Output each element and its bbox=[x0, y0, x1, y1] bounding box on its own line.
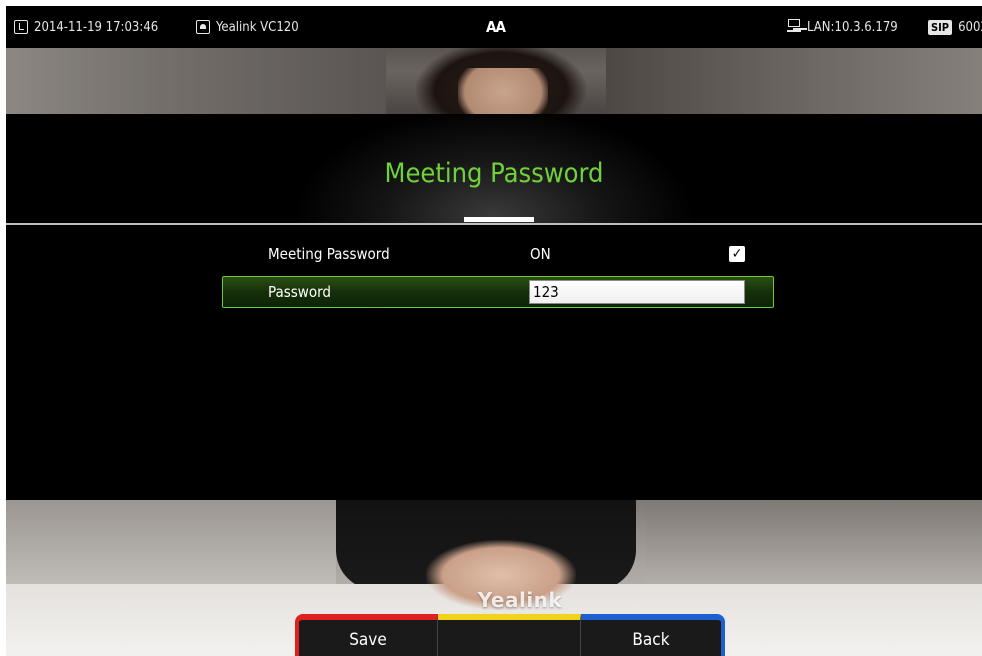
back-softkey[interactable]: Back bbox=[581, 614, 725, 656]
device-name-text: Yealink VC120 bbox=[216, 19, 299, 35]
clock-icon bbox=[14, 20, 28, 34]
device-name-item: Yealink VC120 bbox=[196, 6, 299, 48]
save-softkey[interactable]: Save bbox=[295, 614, 438, 656]
meeting-password-label: Meeting Password bbox=[268, 245, 390, 263]
lan-icon bbox=[787, 19, 801, 35]
datetime-text: 2014-11-19 17:03:46 bbox=[34, 19, 159, 35]
lan-text: LAN:10.3.6.179 bbox=[807, 19, 898, 35]
header-divider bbox=[6, 223, 982, 225]
status-bar: 2014-11-19 17:03:46 Yealink VC120 AA LAN… bbox=[6, 6, 982, 48]
sip-item: SIP 6002 bbox=[928, 6, 982, 48]
datetime-item: 2014-11-19 17:03:46 bbox=[14, 6, 158, 48]
meeting-password-value: ON bbox=[530, 245, 551, 263]
meeting-password-dialog: Meeting Password Meeting Password ON ✓ P… bbox=[6, 114, 982, 500]
password-input[interactable]: 123 bbox=[529, 280, 745, 304]
meeting-password-checkbox[interactable]: ✓ bbox=[729, 246, 745, 262]
sip-badge: SIP bbox=[928, 19, 953, 35]
yealink-watermark: Yealink bbox=[477, 588, 563, 612]
check-icon: ✓ bbox=[731, 246, 743, 262]
camera-view-top bbox=[6, 42, 982, 128]
yellow-softkey[interactable] bbox=[438, 614, 581, 656]
dialog-title: Meeting Password bbox=[384, 158, 604, 189]
screen: Yealink 2014-11-19 17:03:46 Yealink VC12… bbox=[6, 6, 982, 656]
lan-item: LAN:10.3.6.179 bbox=[787, 6, 898, 48]
password-label: Password bbox=[268, 283, 331, 301]
password-row[interactable]: Password 123 bbox=[222, 276, 774, 308]
meeting-password-row[interactable]: Meeting Password ON ✓ bbox=[222, 238, 774, 270]
device-icon bbox=[196, 20, 210, 34]
softkey-bar: Save Back bbox=[295, 614, 725, 656]
font-size-icon[interactable]: AA bbox=[486, 6, 506, 48]
sip-account-text: 6002 bbox=[958, 19, 982, 35]
title-underline bbox=[464, 217, 534, 222]
